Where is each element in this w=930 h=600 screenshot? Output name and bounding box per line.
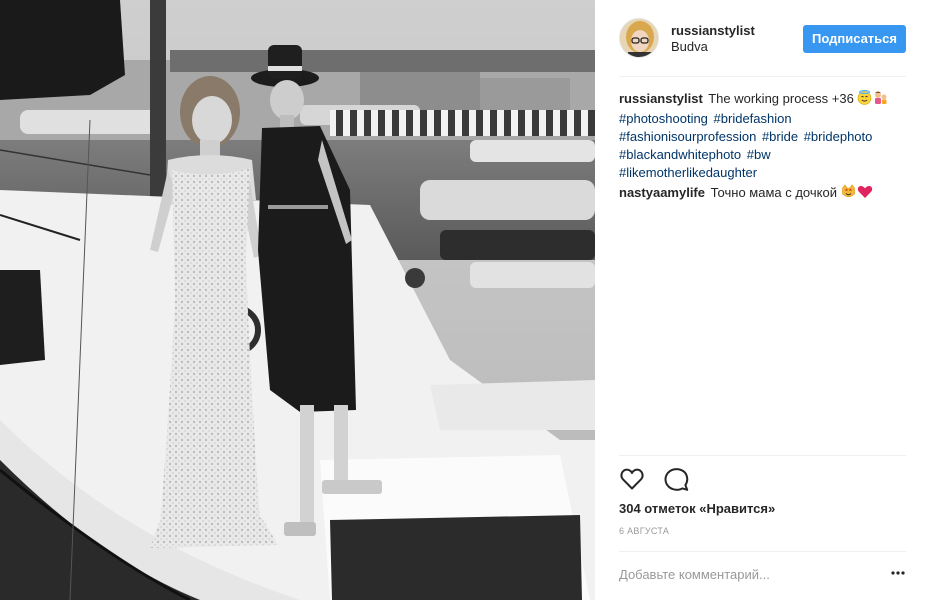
hashtag-link[interactable]: #bride [762, 129, 798, 144]
comment-divider [619, 551, 906, 552]
ellipsis-icon[interactable] [891, 566, 905, 580]
actions-divider [619, 455, 906, 456]
add-comment-input[interactable] [619, 562, 879, 586]
hashtag-link[interactable]: #photoshooting [619, 111, 708, 126]
post-details-panel: russianstylist Budva Подписаться russian… [595, 0, 930, 600]
post-actions [619, 466, 703, 492]
hashtag-link[interactable]: #bridefashion [714, 111, 792, 126]
likes-count[interactable]: 304 отметок «Нравится» [619, 501, 775, 516]
hashtag-link[interactable]: #bw [747, 147, 771, 162]
hashtag-link[interactable]: #likemotherlikedaughter [619, 165, 757, 180]
smiling-face-with-halo-and-family-emoji [857, 90, 889, 110]
follow-button[interactable]: Подписаться [802, 25, 906, 53]
avatar[interactable] [619, 18, 659, 58]
hashtag-link[interactable]: #bridephoto [804, 129, 873, 144]
speech-bubble-icon[interactable] [663, 466, 689, 492]
caption-text: The working process +36 [708, 91, 854, 106]
caption-username[interactable]: russianstylist [619, 91, 703, 106]
hashtag-link[interactable]: #fashionisourprofession [619, 129, 756, 144]
comment-item: nastyaamylife Точно мама с дочкой [619, 184, 906, 204]
caption: russianstylist The working process +36 #… [619, 90, 906, 182]
author-username[interactable]: russianstylist [671, 23, 755, 38]
comment-username[interactable]: nastyaamylife [619, 185, 705, 200]
header-divider [619, 76, 906, 77]
cat-face-and-red-heart-emoji [841, 184, 873, 204]
heart-outline-icon[interactable] [619, 466, 645, 492]
comment-text: Точно мама с дочкой [710, 185, 837, 200]
comments-list: russianstylist The working process +36 #… [619, 90, 906, 205]
post-photo[interactable] [0, 0, 595, 600]
photo-image [0, 0, 595, 600]
post-header: russianstylist Budva Подписаться [619, 18, 906, 60]
post-date[interactable]: 6 августа [619, 526, 669, 536]
avatar-image [620, 19, 658, 57]
hashtag-link[interactable]: #blackandwhitephoto [619, 147, 741, 162]
post-location[interactable]: Budva [671, 39, 708, 54]
